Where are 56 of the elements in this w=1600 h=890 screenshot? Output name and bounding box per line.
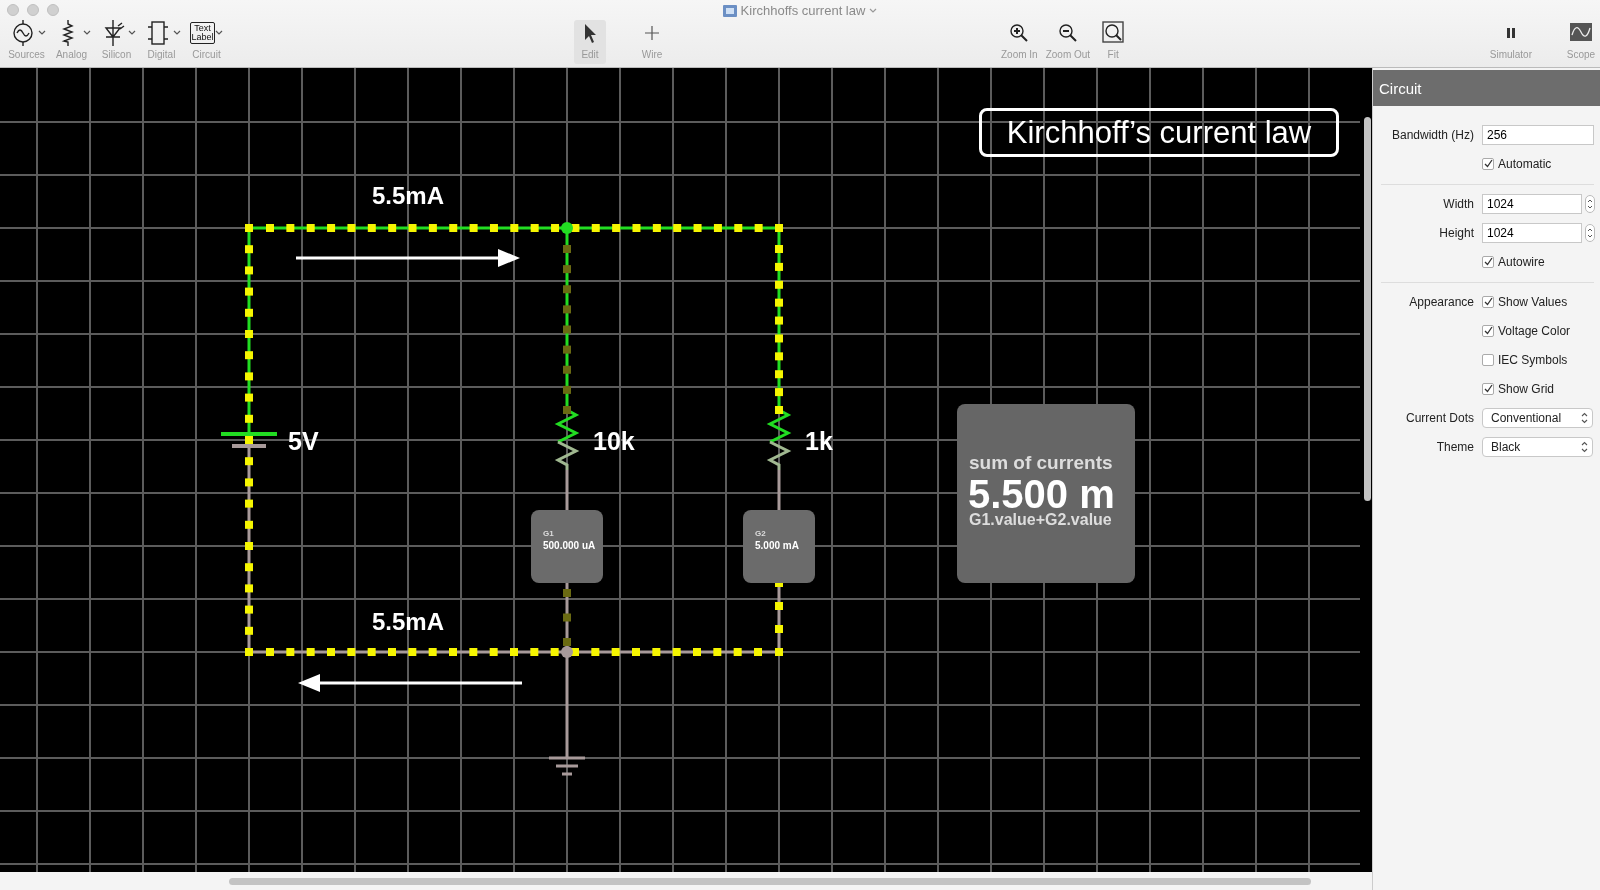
meter-name: G1 (543, 529, 554, 538)
junction-dot (561, 222, 573, 234)
panel-title: Circuit (1373, 70, 1600, 106)
scrollbar[interactable] (229, 878, 1311, 885)
checkmark-icon (1483, 257, 1493, 266)
voltage-label: 5V (288, 427, 319, 455)
pointer-icon (583, 22, 597, 44)
input-field[interactable]: 1024 (1482, 193, 1582, 214)
resistor-symbol (766, 408, 792, 470)
checkbox[interactable]: Show Values (1482, 294, 1594, 309)
toolbar-button[interactable]: Text Label Circuit (184, 20, 229, 64)
checkbox[interactable]: Automatic (1482, 156, 1594, 171)
window-button[interactable] (47, 4, 59, 16)
dropdown[interactable]: Conventional (1482, 407, 1593, 428)
stepper[interactable] (1585, 194, 1595, 213)
field-label: Appearance (1408, 294, 1474, 309)
stepper[interactable] (1585, 223, 1595, 242)
input-field[interactable]: 256 (1482, 124, 1594, 145)
meter-reading: 500.000 uA (543, 540, 596, 551)
checkmark-icon (1483, 326, 1493, 335)
dropdown[interactable]: Black (1482, 436, 1593, 457)
field-label: Width (1442, 196, 1474, 211)
text-label-icon: Text Label (190, 22, 215, 44)
chevrons-icon (1581, 411, 1588, 424)
meter-reading: 5.000 mA (755, 540, 799, 551)
scrollbar[interactable] (1364, 117, 1371, 501)
field-label: Bandwidth (Hz) (1390, 127, 1474, 142)
checkbox[interactable]: Autowire (1482, 254, 1594, 269)
current-label: 5.5mA (372, 182, 444, 209)
document-icon (722, 4, 737, 17)
window-button[interactable] (7, 4, 19, 16)
checkbox[interactable]: IEC Symbols (1482, 352, 1594, 367)
chevrons-icon (1581, 440, 1588, 453)
field-label: Current Dots (1404, 410, 1474, 425)
checkmark-icon (1483, 297, 1493, 306)
meter-name: G2 (755, 529, 766, 538)
resistor-symbol (554, 408, 580, 470)
junction-dot (561, 646, 573, 658)
battery-symbol (221, 432, 277, 448)
pause-icon (1505, 27, 1516, 39)
sum-title: sum of currents (969, 452, 1113, 473)
current-label: 5.5mA (372, 608, 444, 635)
window-title: Kirchhoffs current law (740, 3, 866, 18)
field-label: Theme (1435, 439, 1474, 454)
resistor-label: 10k (593, 427, 635, 455)
checkbox[interactable]: Voltage Color (1482, 323, 1594, 338)
field-label: Height (1438, 225, 1474, 240)
window-button[interactable] (27, 4, 39, 16)
resistor-label: 1k (805, 427, 833, 455)
checkbox[interactable]: Show Grid (1482, 381, 1594, 396)
caret-icon (869, 7, 878, 14)
checkmark-icon (1483, 384, 1493, 393)
text-label: Kirchhoff’s current law (979, 108, 1339, 157)
input-field[interactable]: 1024 (1482, 222, 1582, 243)
ground-symbol (547, 756, 587, 776)
checkmark-icon (1483, 159, 1493, 168)
